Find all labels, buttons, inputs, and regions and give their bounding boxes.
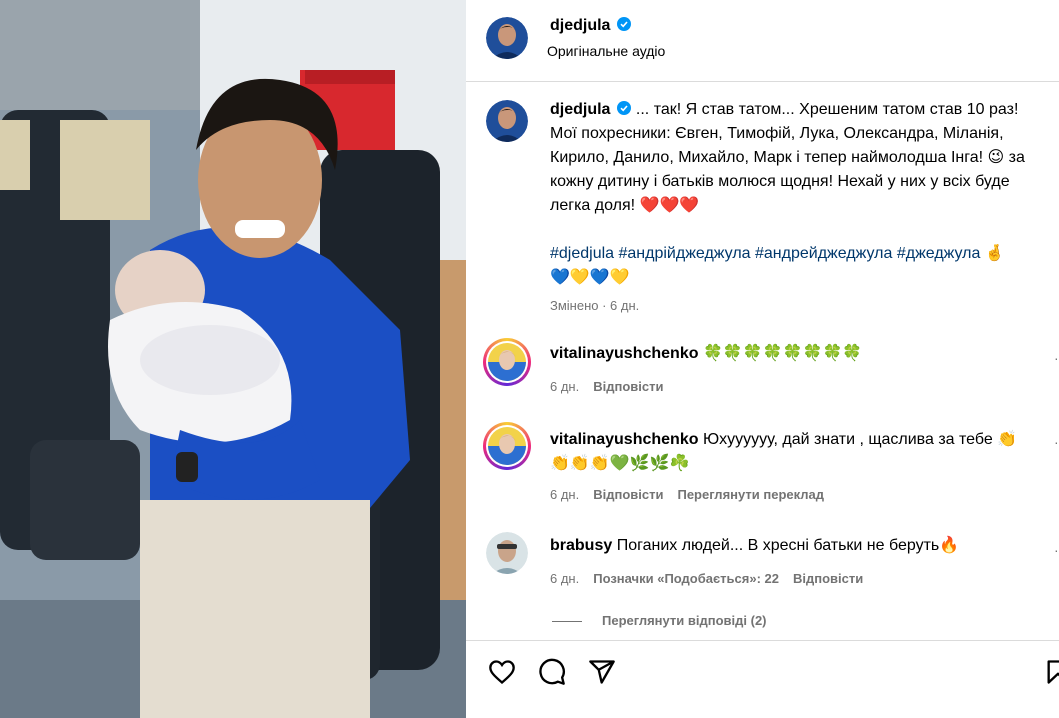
reply-button[interactable]: Відповісти bbox=[593, 487, 663, 502]
reply-button[interactable]: Відповісти bbox=[593, 379, 663, 394]
author-username[interactable]: djedjula bbox=[550, 17, 610, 34]
comment-text: 🍀🍀🍀🍀🍀🍀🍀🍀 bbox=[702, 345, 863, 362]
more-icon[interactable]: · bbox=[1054, 434, 1059, 450]
caption-hashtags[interactable]: #djedjula #андрійджеджула #андрейджеджул… bbox=[550, 242, 1040, 266]
caption-text: ... так! Я став татом... Хрешеним татом … bbox=[550, 101, 1025, 214]
post-action-bar bbox=[466, 640, 1059, 718]
post-video-frame bbox=[0, 0, 466, 718]
verified-icon bbox=[617, 17, 632, 31]
comment-username[interactable]: vitalinayushchenko bbox=[550, 345, 699, 362]
bookmark-icon[interactable] bbox=[1044, 658, 1059, 686]
divider-line bbox=[552, 621, 582, 623]
comment-time[interactable]: 6 дн. bbox=[550, 571, 579, 586]
edited-timestamp: Змінено · 6 дн. bbox=[550, 298, 640, 313]
caption-username[interactable]: djedjula bbox=[550, 101, 610, 118]
comment-icon[interactable] bbox=[538, 658, 566, 686]
comment-text: Поганих людей... В хресні батьки не беру… bbox=[616, 537, 960, 554]
see-translation-button[interactable]: Переглянути переклад bbox=[677, 487, 824, 502]
reply-button[interactable]: Відповісти bbox=[793, 571, 863, 586]
more-icon[interactable]: · bbox=[1054, 350, 1059, 366]
view-replies-button[interactable]: Переглянути відповіді (2) bbox=[552, 613, 767, 628]
comment-likes[interactable]: Позначки «Подобається»: 22 bbox=[593, 571, 779, 586]
comment-time[interactable]: 6 дн. bbox=[550, 379, 579, 394]
comment-time[interactable]: 6 дн. bbox=[550, 487, 579, 502]
author-avatar[interactable] bbox=[486, 17, 528, 59]
verified-icon bbox=[617, 101, 632, 115]
commenter-avatar[interactable] bbox=[483, 338, 531, 386]
more-icon[interactable]: · bbox=[1054, 542, 1059, 558]
audio-label[interactable]: Оригінальне аудіо bbox=[547, 43, 665, 59]
view-replies-label: Переглянути відповіді (2) bbox=[602, 613, 767, 628]
post-media[interactable] bbox=[0, 0, 466, 718]
caption-hearts: 💙💛💙💛 bbox=[550, 269, 630, 286]
commenter-avatar[interactable] bbox=[483, 422, 531, 470]
post-caption: djedjula ... так! Я став татом... Хрешен… bbox=[550, 98, 1040, 318]
post-side-panel: djedjula Оригінальне аудіо djedjula ... … bbox=[466, 0, 1059, 718]
post-header: djedjula Оригінальне аудіо bbox=[466, 0, 1059, 82]
share-icon[interactable] bbox=[588, 658, 616, 686]
heart-icon[interactable] bbox=[488, 658, 516, 686]
commenter-avatar[interactable] bbox=[486, 532, 528, 574]
comment-username[interactable]: brabusy bbox=[550, 537, 612, 554]
caption-author-avatar[interactable] bbox=[486, 100, 528, 142]
comment-username[interactable]: vitalinayushchenko bbox=[550, 431, 699, 448]
